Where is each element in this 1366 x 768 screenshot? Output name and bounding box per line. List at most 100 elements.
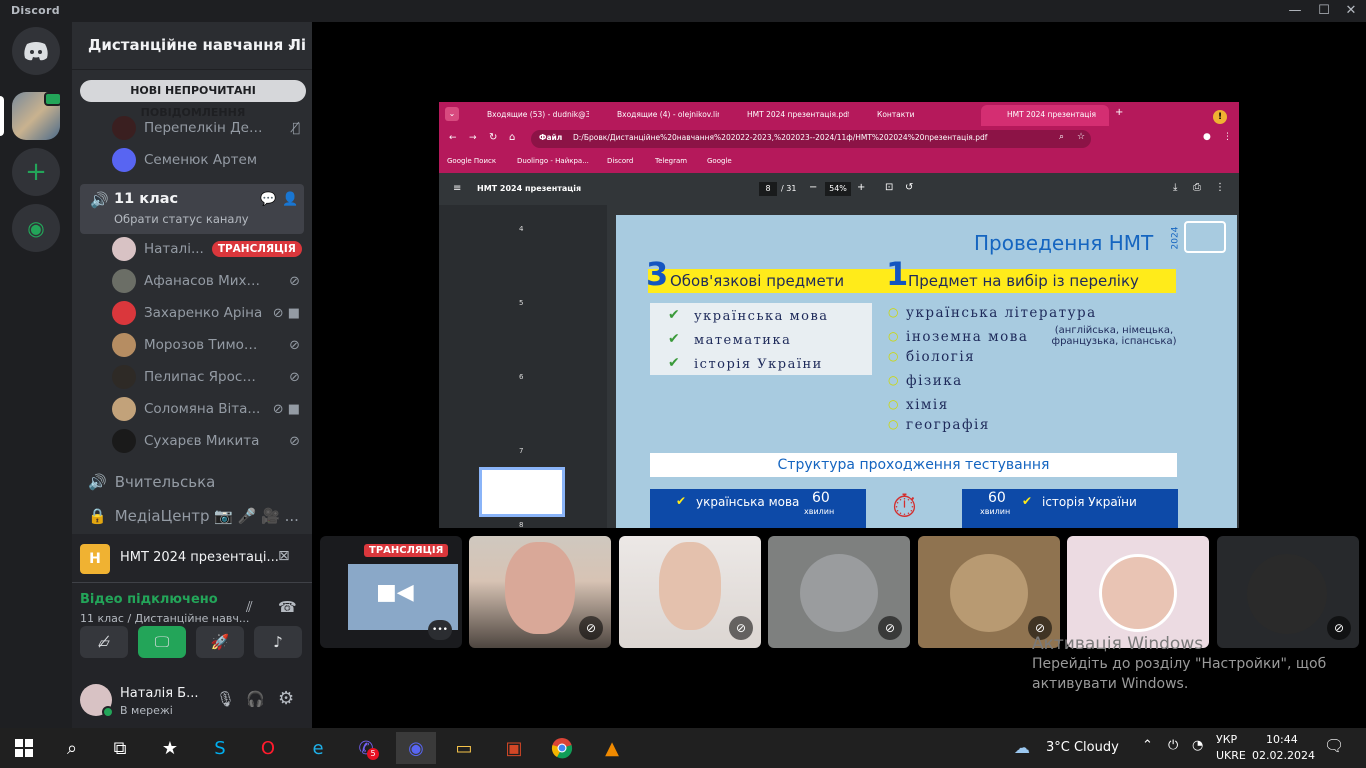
minimize-button[interactable]: — [1280, 2, 1310, 20]
zoom-out-icon[interactable]: − [809, 182, 817, 193]
live-badge[interactable]: ТРАНСЛЯЦІЯ [211, 241, 302, 257]
more-options-icon[interactable]: ••• [428, 620, 452, 640]
pdf-more-icon[interactable]: ⋮ [1215, 182, 1225, 193]
cloud-icon[interactable]: ☁ [1014, 738, 1030, 757]
voice-connected-status[interactable]: Відео підключено [80, 592, 218, 607]
member-item[interactable]: Морозов Тимофій ⊘ [112, 331, 308, 359]
voice-location[interactable]: 11 клас / Дистанційне навч... [80, 612, 249, 625]
thumb-page-number[interactable]: 8 [519, 521, 523, 528]
vlc-icon[interactable]: ▲ [592, 732, 632, 764]
media-app-icon[interactable]: ★ [150, 732, 190, 764]
discord-home-icon[interactable] [12, 27, 60, 75]
forward-arrow-icon[interactable]: → [469, 133, 477, 143]
headphones-icon[interactable]: 🎧 [246, 690, 265, 708]
keyboard-layout-indicator[interactable]: UKRE [1216, 749, 1246, 762]
browser-tab-active[interactable]: НМТ 2024 презентація [981, 105, 1109, 126]
browser-tab[interactable]: Входящие (4) - olejnikov.lin... [591, 105, 719, 126]
camera-off-button[interactable]: ▱̸ [80, 626, 128, 658]
reload-icon[interactable]: ↻ [489, 132, 497, 143]
wifi-icon[interactable]: ◔ [1192, 738, 1203, 753]
member-item[interactable]: Семенюк Артем [112, 146, 308, 174]
thumb-page-selected[interactable] [479, 467, 565, 517]
clock-date[interactable]: 02.02.2024 [1252, 749, 1315, 762]
presentation-app-icon[interactable]: ▣ [494, 732, 534, 764]
explore-servers-icon[interactable]: ◉ [12, 204, 60, 252]
edge-icon[interactable]: e [298, 732, 338, 764]
home-icon[interactable]: ⌂ [509, 132, 515, 143]
add-server-icon[interactable]: + [12, 148, 60, 196]
browser-tab[interactable]: НМТ 2024 презентація.pdf [721, 105, 849, 126]
stream-preview-tile[interactable]: ТРАНСЛЯЦІЯ ■◀ ••• [320, 536, 462, 648]
zoom-icon[interactable]: ⌕ [1059, 132, 1064, 142]
member-item[interactable]: Афанасов Михайло ⊘ [112, 267, 308, 295]
add-member-icon[interactable]: 👤 [282, 192, 298, 207]
thumb-page-number[interactable]: 6 [519, 373, 523, 381]
member-item[interactable]: Пелипас Ярослав ⊘ [112, 363, 308, 391]
device-icon[interactable]: ⏻ [1168, 738, 1178, 753]
bookmark-item[interactable]: Discord [607, 157, 633, 165]
bookmark-item[interactable]: Telegram [655, 157, 687, 165]
stop-stream-icon[interactable]: ⊠ [278, 548, 290, 564]
member-item[interactable]: Сухарєв Микита ⊘ [112, 427, 308, 455]
warning-icon[interactable]: ! [1213, 110, 1227, 124]
chrome-icon[interactable] [542, 732, 582, 764]
soundboard-button[interactable]: ♪ [254, 626, 302, 658]
server-header[interactable]: Дистанційне навчання Лі ⌄ [72, 22, 312, 70]
pdf-page-input[interactable]: 8 [759, 182, 777, 196]
tab-search-icon[interactable]: ⌄ [445, 107, 459, 121]
address-bar[interactable]: Файл D:/Бровк/Дистанційне%20навчання%202… [531, 130, 1091, 148]
weather-text[interactable]: 3°C Cloudy [1046, 740, 1119, 755]
bookmark-item[interactable]: Google Поиск [447, 157, 496, 165]
skype-icon[interactable]: S [200, 732, 240, 764]
opera-icon[interactable]: O [248, 732, 288, 764]
participant-avatar-tile[interactable]: ⊘ [918, 536, 1060, 648]
task-view-icon[interactable]: ⧉ [100, 732, 140, 764]
file-explorer-icon[interactable]: ▭ [444, 732, 484, 764]
unread-messages-pill[interactable]: НОВІ НЕПРОЧИТАНІ ПОВІДОМЛЕННЯ [80, 80, 306, 119]
participant-avatar-tile[interactable] [1067, 536, 1209, 648]
bookmark-star-icon[interactable]: ☆ [1077, 132, 1085, 142]
maximize-button[interactable]: ☐ [1309, 2, 1339, 20]
thumb-page-number[interactable]: 7 [519, 447, 523, 455]
voice-channel-teachers[interactable]: 🔊 Вчительська [80, 466, 304, 498]
back-arrow-icon[interactable]: ← [449, 133, 457, 143]
fit-page-icon[interactable]: ⊡ [885, 182, 893, 193]
chevron-up-icon[interactable]: ⌃ [1142, 738, 1153, 753]
disconnect-icon[interactable]: ☎ [278, 598, 297, 616]
screen-share-button[interactable]: 🖵 [138, 626, 186, 658]
language-indicator[interactable]: УКР [1216, 733, 1237, 746]
browser-tab[interactable]: Контакти [851, 105, 979, 126]
pdf-menu-icon[interactable]: ≡ [453, 183, 461, 194]
activity-button[interactable]: 🚀 [196, 626, 244, 658]
profile-avatar-icon[interactable]: ● [1203, 132, 1211, 142]
new-tab-icon[interactable]: + [1115, 107, 1123, 118]
participant-avatar-tile[interactable]: ⊘ [768, 536, 910, 648]
browser-menu-icon[interactable]: ⋮ [1223, 132, 1232, 142]
member-item[interactable]: Соломяна Віта... ⊘ ■ [112, 395, 308, 423]
noise-suppression-icon[interactable]: ⫽ [246, 598, 253, 616]
shared-screen-browser[interactable]: ⌄ Входящие (53) - dudnik@3... Входящие (… [439, 102, 1239, 528]
search-icon[interactable]: ⌕ [52, 732, 92, 764]
thumb-page-number[interactable]: 4 [519, 225, 523, 233]
rotate-icon[interactable]: ↺ [905, 182, 913, 193]
download-icon[interactable]: ⤓ [1173, 182, 1177, 193]
participant-avatar-tile[interactable]: ⊘ [1217, 536, 1359, 648]
voice-channel-media[interactable]: 🔒 МедіаЦентр 📷 🎤 🎥 ... [80, 500, 304, 532]
channel-status-hint[interactable]: Обрати статус каналу [114, 212, 249, 226]
participant-video-tile[interactable]: ⊘ [619, 536, 761, 648]
pdf-zoom-input[interactable]: 54% [825, 182, 851, 196]
print-icon[interactable]: ⎙ [1193, 182, 1201, 193]
chat-icon[interactable]: 💬 [260, 192, 276, 207]
thumb-page-number[interactable]: 5 [519, 299, 523, 307]
viber-icon[interactable]: ✆ [346, 732, 386, 764]
close-button[interactable]: ✕ [1336, 2, 1366, 20]
settings-gear-icon[interactable]: ⚙ [278, 688, 294, 709]
discord-taskbar-icon[interactable]: ◉ [396, 732, 436, 764]
zoom-in-icon[interactable]: + [857, 182, 865, 193]
browser-tab[interactable]: Входящие (53) - dudnik@3... [461, 105, 589, 126]
participant-video-tile[interactable]: ⊘ [469, 536, 611, 648]
member-item[interactable]: Наталі... ТРАНСЛЯЦІЯ [112, 235, 308, 263]
member-item[interactable]: Захаренко Аріна ⊘ ■ [112, 299, 308, 327]
notifications-icon[interactable]: 🗨 [1324, 736, 1344, 755]
voice-channel-11[interactable]: 🔊 11 клас Обрати статус каналу 💬 👤 [80, 184, 304, 234]
